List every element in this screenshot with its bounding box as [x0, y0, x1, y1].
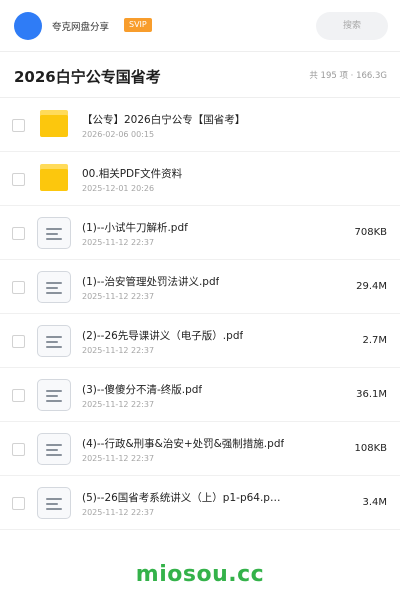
item-name: 00.相关PDF文件资料 [82, 168, 183, 180]
watermark: miosou.cc [135, 562, 265, 587]
select-checkbox[interactable] [12, 173, 25, 186]
item-name: (2)--26先导课讲义（电子版）.pdf [82, 330, 244, 342]
document-icon [37, 217, 71, 249]
item-name: (1)--小试牛刀解析.pdf [82, 222, 188, 234]
item-name: (1)--治安管理处罚法讲义.pdf [82, 276, 220, 288]
document-icon [37, 433, 71, 465]
item-date: 2025-11-12 22:37 [82, 400, 155, 409]
share-owner-name: 夸克网盘分享 [52, 22, 110, 33]
item-size: 2.7M [362, 335, 387, 346]
item-name: (4)--行政&刑事&治安+处罚&强制措施.pdf [82, 438, 285, 450]
share-header: 夸克网盘分享 SVIP 搜索 [0, 0, 400, 52]
list-item[interactable]: (1)--治安管理处罚法讲义.pdf 2025-11-12 22:37 29.4… [0, 260, 400, 314]
avatar[interactable] [14, 12, 42, 40]
list-item[interactable]: 00.相关PDF文件资料 2025-12-01 20:26 [0, 152, 400, 206]
item-date: 2025-11-12 22:37 [82, 238, 155, 247]
title-bar: 2026白宁公专国省考 共 195 项 · 166.3G [0, 52, 400, 98]
select-checkbox[interactable] [12, 281, 25, 294]
item-size: 708KB [354, 227, 387, 238]
item-date: 2025-12-01 20:26 [82, 184, 155, 193]
folder-icon [37, 163, 71, 195]
list-item[interactable]: (5)--26国省考系统讲义（上）p1-p64.p… 2025-11-12 22… [0, 476, 400, 530]
folder-icon [37, 109, 71, 141]
item-date: 2026-02-06 00:15 [82, 130, 155, 139]
item-date: 2025-11-12 22:37 [82, 508, 155, 517]
item-date: 2025-11-12 22:37 [82, 292, 155, 301]
list-item[interactable]: (2)--26先导课讲义（电子版）.pdf 2025-11-12 22:37 2… [0, 314, 400, 368]
document-icon [37, 487, 71, 519]
select-checkbox[interactable] [12, 497, 25, 510]
share-stats: 共 195 项 · 166.3G [309, 71, 387, 81]
page-title: 2026白宁公专国省考 [14, 68, 161, 86]
document-icon [37, 271, 71, 303]
search-button[interactable]: 搜索 [316, 12, 388, 40]
item-date: 2025-11-12 22:37 [82, 346, 155, 355]
file-list: 【公专】2026白宁公专【国省考】 2026-02-06 00:15 00.相关… [0, 98, 400, 530]
select-checkbox[interactable] [12, 335, 25, 348]
list-item[interactable]: (3)--傻傻分不清-终版.pdf 2025-11-12 22:37 36.1M [0, 368, 400, 422]
select-checkbox[interactable] [12, 119, 25, 132]
list-item[interactable]: 【公专】2026白宁公专【国省考】 2026-02-06 00:15 [0, 98, 400, 152]
list-item[interactable]: (1)--小试牛刀解析.pdf 2025-11-12 22:37 708KB [0, 206, 400, 260]
item-date: 2025-11-12 22:37 [82, 454, 155, 463]
item-size: 108KB [354, 443, 387, 454]
select-checkbox[interactable] [12, 443, 25, 456]
document-icon [37, 379, 71, 411]
select-checkbox[interactable] [12, 389, 25, 402]
item-name: (5)--26国省考系统讲义（上）p1-p64.p… [82, 492, 281, 504]
select-checkbox[interactable] [12, 227, 25, 240]
item-size: 36.1M [356, 389, 387, 400]
vip-badge: SVIP [124, 18, 152, 32]
item-size: 29.4M [356, 281, 387, 292]
document-icon [37, 325, 71, 357]
list-item[interactable]: (4)--行政&刑事&治安+处罚&强制措施.pdf 2025-11-12 22:… [0, 422, 400, 476]
item-size: 3.4M [362, 497, 387, 508]
item-name: (3)--傻傻分不清-终版.pdf [82, 384, 203, 396]
item-name: 【公专】2026白宁公专【国省考】 [82, 114, 246, 126]
